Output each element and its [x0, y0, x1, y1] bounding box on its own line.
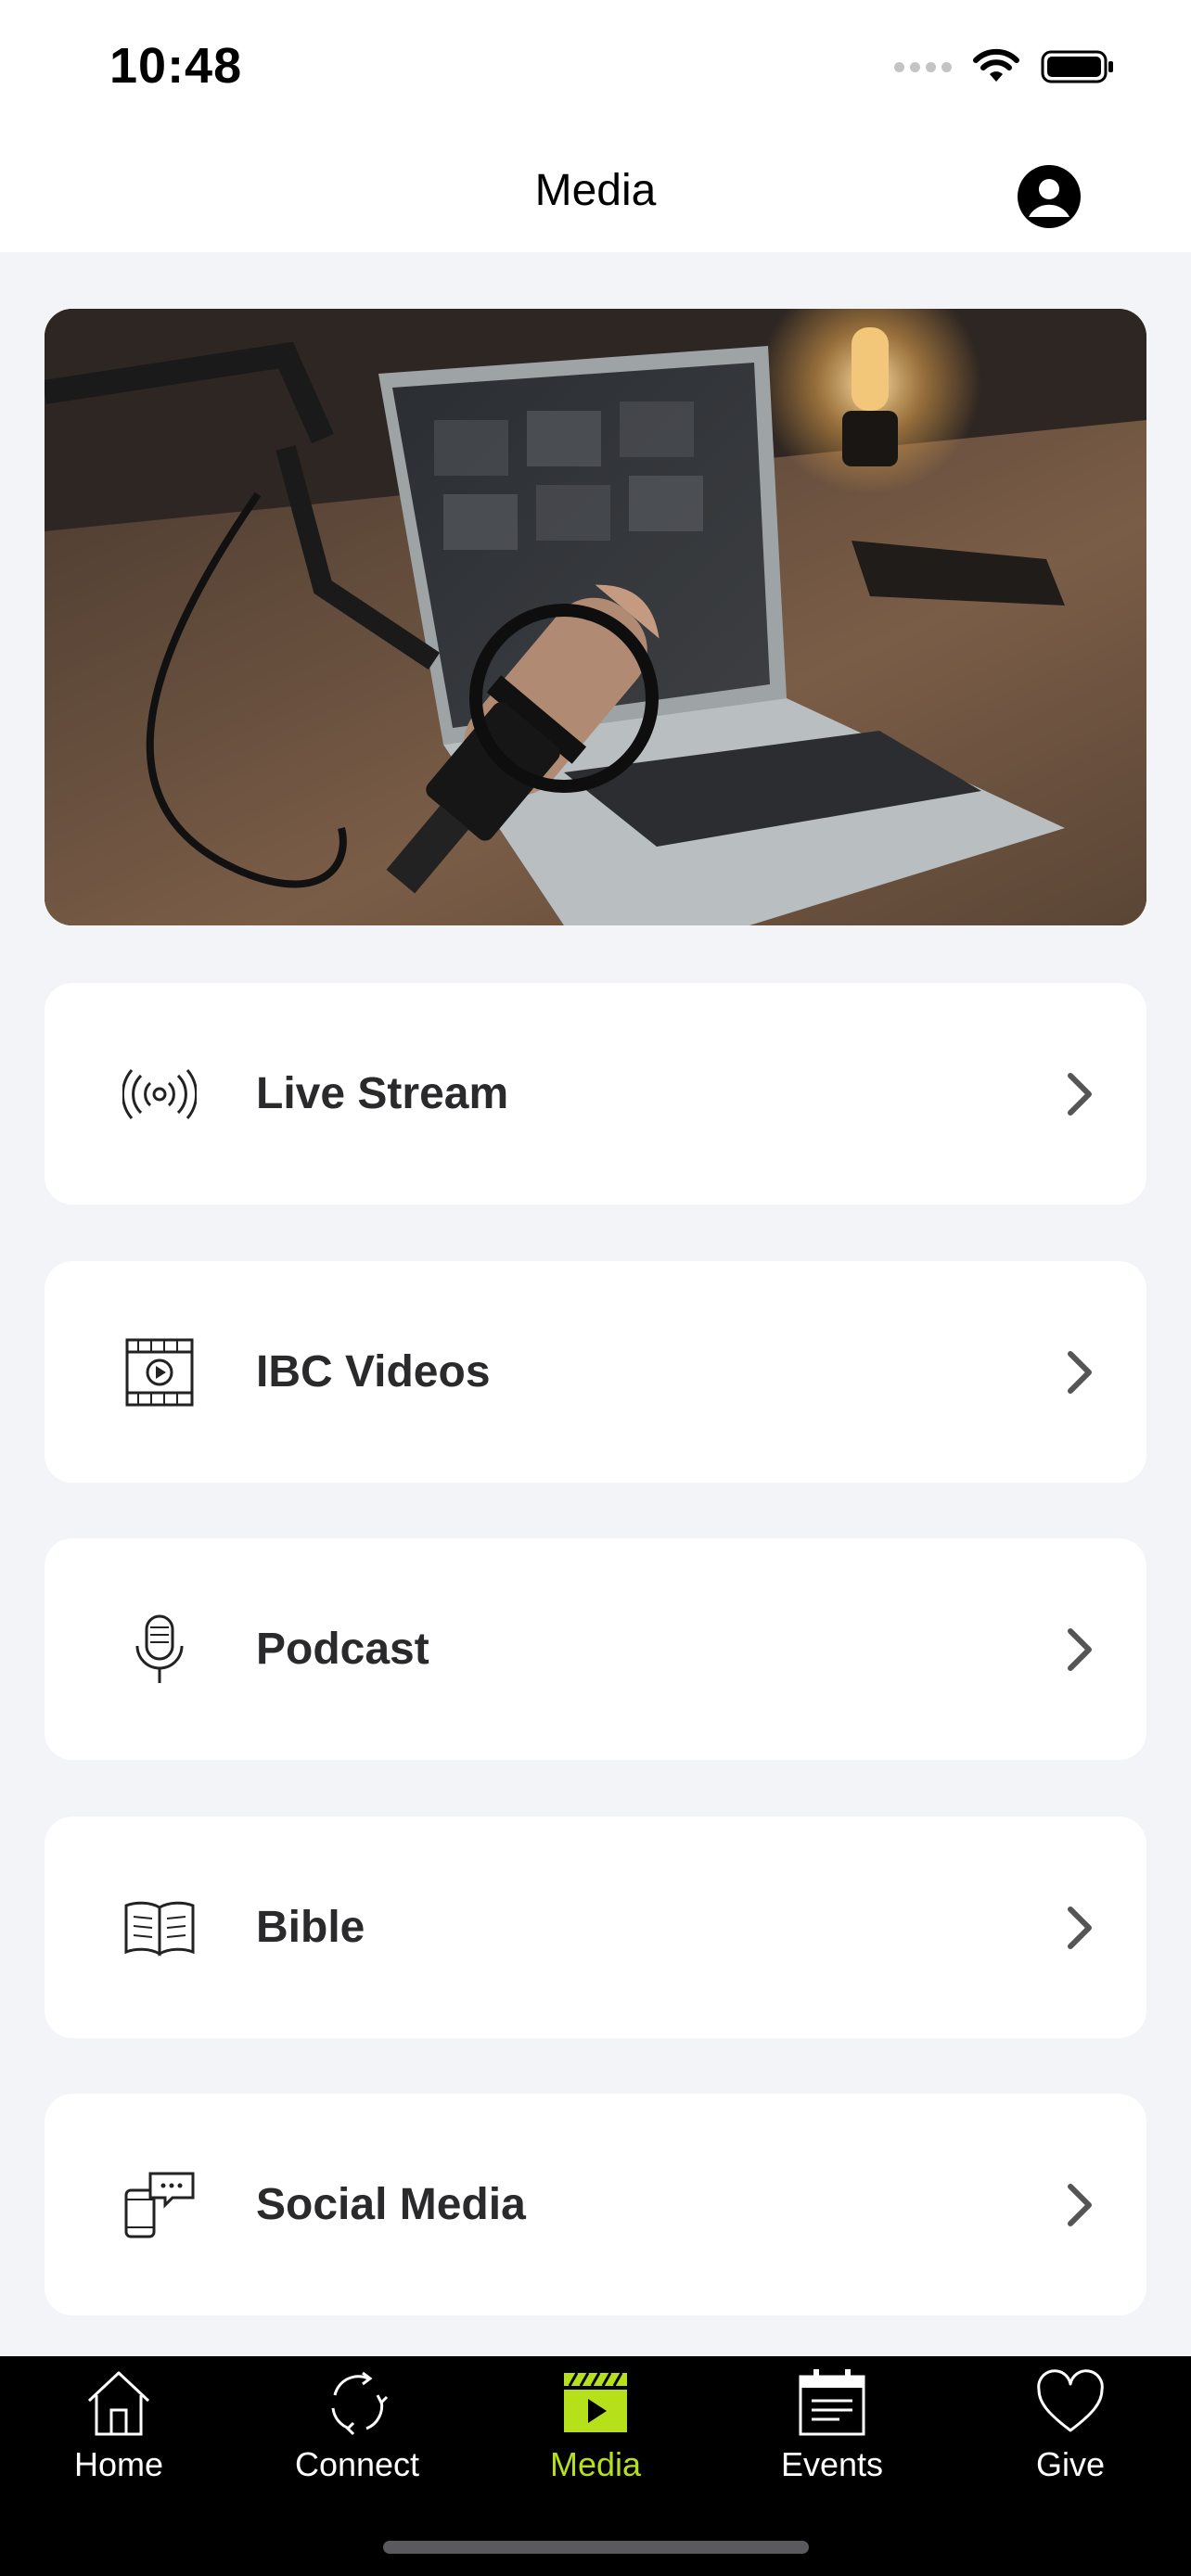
podcast-microphone-photo — [45, 309, 1146, 925]
menu-item-social-media[interactable]: Social Media — [45, 2094, 1146, 2315]
chevron-right-icon — [1068, 1906, 1092, 1949]
chevron-right-icon — [1068, 1072, 1092, 1116]
hero-image — [45, 309, 1146, 925]
tab-events[interactable]: Events — [739, 2366, 925, 2505]
tab-label: Media — [549, 2445, 642, 2483]
tab-label: Connect — [294, 2445, 420, 2483]
open-book-icon — [119, 1887, 200, 1969]
menu-item-label: Live Stream — [256, 1069, 509, 1118]
broadcast-icon — [119, 1053, 200, 1135]
cycle-arrows-icon — [320, 2366, 394, 2440]
user-profile-icon — [1018, 165, 1081, 228]
cellular-signal-icon — [894, 61, 952, 72]
page-title: Media — [534, 166, 657, 215]
menu-item-label: Social Media — [256, 2180, 526, 2229]
menu-item-label: Bible — [256, 1903, 365, 1952]
menu-item-ibc-videos[interactable]: IBC Videos — [45, 1261, 1146, 1483]
tab-connect[interactable]: Connect — [264, 2366, 450, 2505]
menu-item-live-stream[interactable]: Live Stream — [45, 983, 1146, 1205]
chevron-right-icon — [1068, 1627, 1092, 1671]
status-bar: 10:48 — [0, 0, 1191, 130]
heart-icon — [1033, 2366, 1108, 2440]
wifi-icon — [973, 48, 1019, 82]
microphone-icon — [119, 1609, 200, 1690]
tab-media[interactable]: Media — [503, 2366, 688, 2505]
status-time: 10:48 — [109, 38, 243, 94]
phone-chat-icon — [119, 2164, 200, 2246]
home-indicator[interactable] — [383, 2541, 809, 2554]
status-icons — [894, 46, 1115, 87]
tab-give[interactable]: Give — [978, 2366, 1163, 2505]
profile-button[interactable] — [1016, 163, 1082, 230]
menu-item-label: Podcast — [256, 1625, 429, 1674]
chevron-right-icon — [1068, 2183, 1092, 2226]
tab-home[interactable]: Home — [26, 2366, 211, 2505]
battery-icon — [1041, 50, 1113, 83]
chevron-right-icon — [1068, 1350, 1092, 1394]
clapperboard-icon — [558, 2366, 633, 2440]
menu-item-bible[interactable]: Bible — [45, 1817, 1146, 2038]
house-icon — [82, 2366, 156, 2440]
menu-item-podcast[interactable]: Podcast — [45, 1538, 1146, 1760]
navigation-bar: Media — [0, 130, 1191, 252]
calendar-icon — [795, 2366, 869, 2440]
video-film-icon — [119, 1332, 200, 1413]
tab-label: Home — [73, 2445, 164, 2483]
tab-label: Events — [780, 2445, 884, 2483]
tab-label: Give — [1035, 2445, 1106, 2483]
menu-item-label: IBC Videos — [256, 1347, 491, 1396]
